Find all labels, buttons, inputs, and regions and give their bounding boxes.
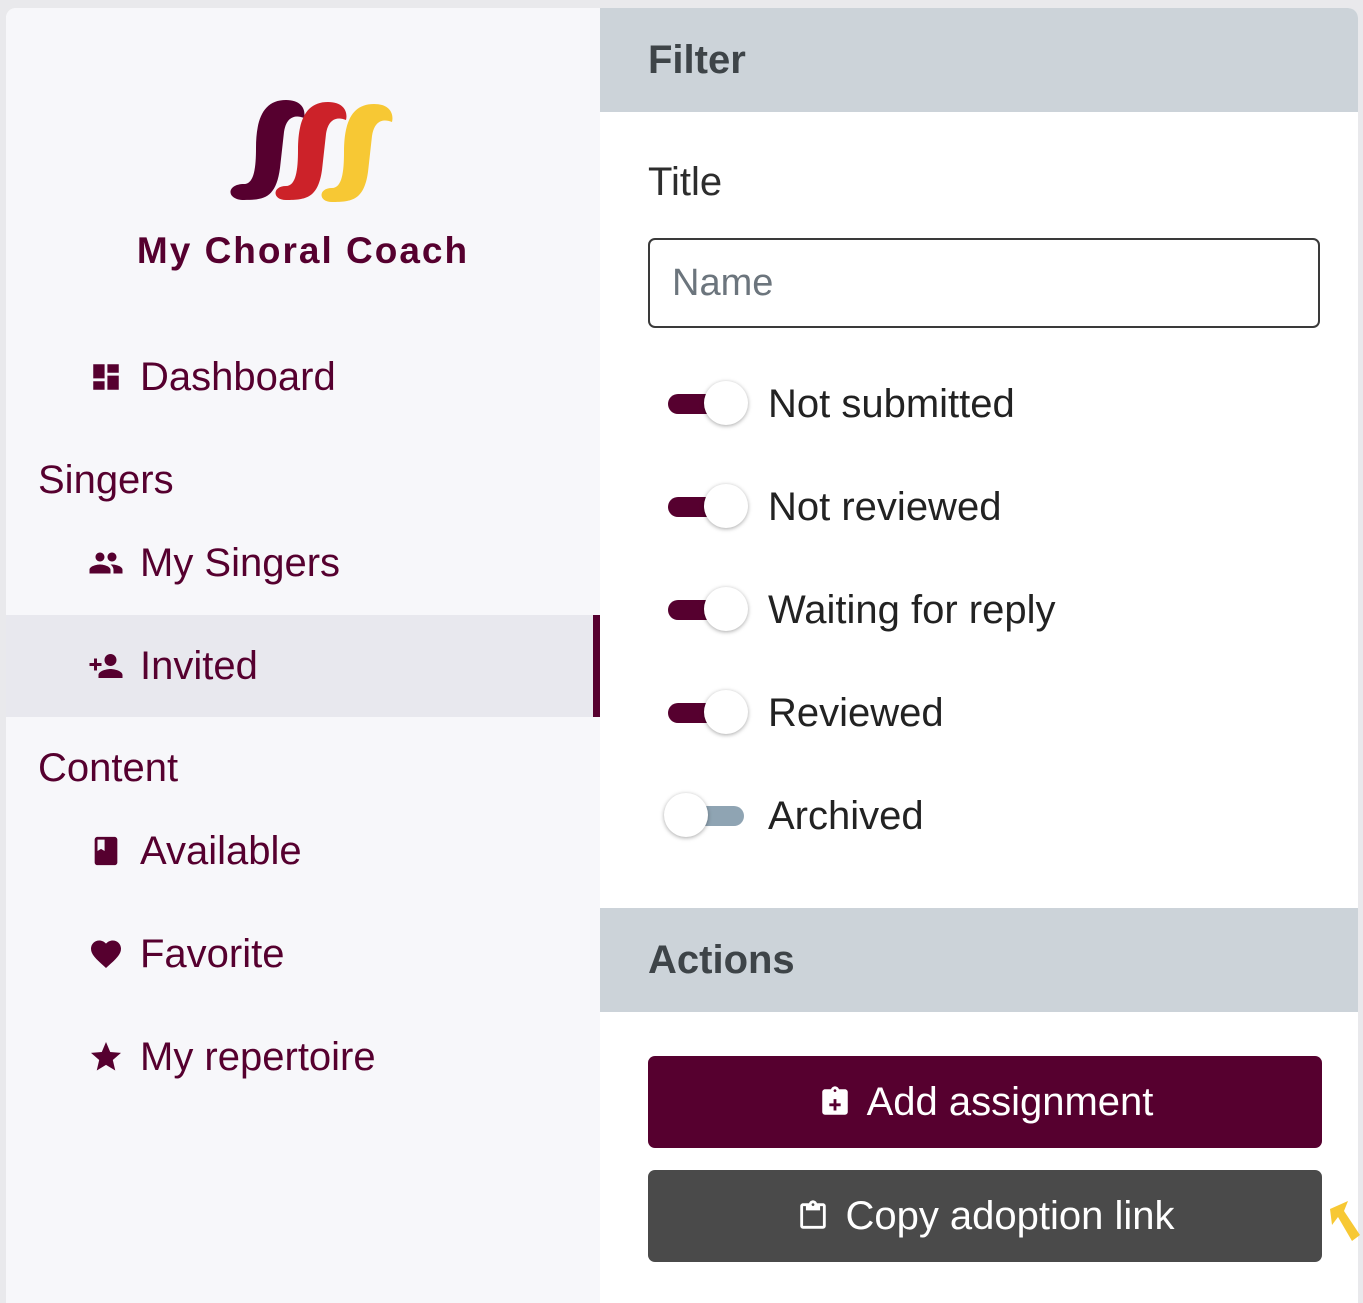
button-label: Copy adoption link [845,1193,1175,1238]
star-icon [88,1039,124,1075]
button-label: Add assignment [866,1079,1154,1124]
actions-heading: Actions [600,908,1358,1012]
sidebar-item-favorite[interactable]: Favorite [6,903,600,1005]
title-search-input[interactable] [648,238,1320,328]
toggle-switch[interactable] [664,585,750,635]
toggle-label: Archived [768,793,924,838]
sidebar-item-label: My Singers [140,540,341,585]
title-label: Title [648,160,723,204]
toggle-label: Not reviewed [768,484,1002,529]
toggle-not-submitted[interactable]: Not submitted [664,374,1015,434]
sidebar-item-label: My repertoire [140,1034,376,1079]
main-panel: Filter Title Not submitted Not reviewed … [600,8,1358,1303]
sidebar-item-invited[interactable]: Invited [6,615,600,717]
toggle-switch[interactable] [664,688,750,738]
toggle-switch[interactable] [664,791,750,841]
toggle-label: Reviewed [768,690,944,735]
choral-coach-logo [230,100,393,202]
add-assignment-button[interactable]: Add assignment [648,1056,1322,1148]
sidebar-item-label: Dashboard [140,354,336,399]
toggle-switch[interactable] [664,379,750,429]
section-heading-singers: Singers [38,458,174,502]
sidebar: My Choral Coach Dashboard Singers My Sin… [6,8,601,1303]
people-icon [88,545,124,581]
sidebar-item-label: Available [140,828,302,873]
filter-heading: Filter [600,8,1358,112]
sidebar-item-label: Invited [140,643,258,688]
section-heading-content: Content [38,746,179,790]
toggle-archived[interactable]: Archived [664,786,924,846]
app-window: My Choral Coach Dashboard Singers My Sin… [6,8,1358,1303]
toggle-not-reviewed[interactable]: Not reviewed [664,477,1001,537]
toggle-label: Waiting for reply [768,587,1056,632]
sidebar-item-available[interactable]: Available [6,800,600,902]
sidebar-item-dashboard[interactable]: Dashboard [6,326,600,428]
clipboard-add-icon [817,1084,853,1120]
cursor-arrow-icon [1330,1201,1360,1241]
heart-icon [88,936,124,972]
clipboard-icon [795,1198,831,1234]
person-add-icon [88,648,124,684]
toggle-label: Not submitted [768,381,1015,426]
sidebar-item-label: Favorite [140,931,285,976]
toggle-waiting-for-reply[interactable]: Waiting for reply [664,580,1056,640]
brand-name: My Choral Coach [136,230,470,271]
book-icon [88,833,124,869]
sidebar-item-my-singers[interactable]: My Singers [6,512,600,614]
toggle-switch[interactable] [664,482,750,532]
toggle-reviewed[interactable]: Reviewed [664,683,944,743]
sidebar-item-my-repertoire[interactable]: My repertoire [6,1006,600,1108]
dashboard-icon [88,359,124,395]
copy-adoption-link-button[interactable]: Copy adoption link [648,1170,1322,1262]
